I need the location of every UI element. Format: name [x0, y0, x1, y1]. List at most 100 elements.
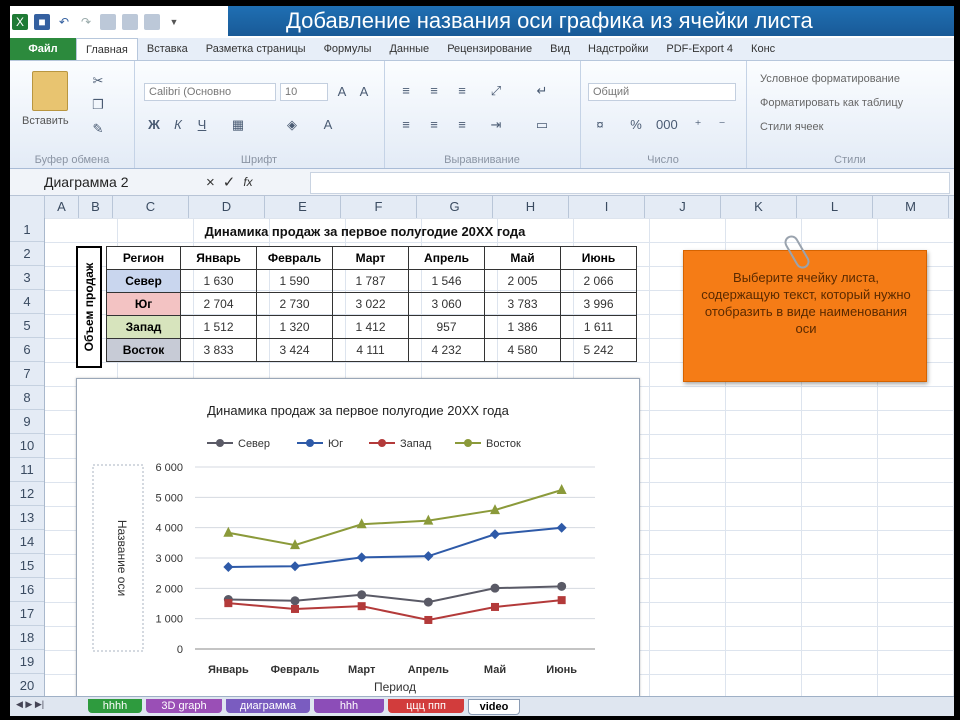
value-cell[interactable]: 1 546: [408, 269, 485, 293]
currency-icon[interactable]: ¤: [592, 117, 608, 133]
line-chart[interactable]: Динамика продаж за первое полугодие 20ХХ…: [76, 378, 640, 700]
value-cell[interactable]: 3 022: [332, 292, 409, 316]
sheet-tab[interactable]: диаграмма: [226, 699, 310, 713]
value-cell[interactable]: 3 833: [180, 338, 257, 362]
select-all-corner[interactable]: [10, 196, 45, 218]
region-cell[interactable]: Юг: [106, 292, 181, 316]
fill-color-icon[interactable]: ◈: [284, 117, 300, 133]
row-header-17[interactable]: 17: [10, 602, 44, 626]
font-color-icon[interactable]: A: [320, 117, 336, 133]
value-cell[interactable]: 957: [408, 315, 485, 339]
row-header-7[interactable]: 7: [10, 362, 44, 386]
value-cell[interactable]: 1 512: [180, 315, 257, 339]
column-header-a[interactable]: A: [45, 196, 79, 218]
value-cell[interactable]: 1 611: [560, 315, 637, 339]
row-header-19[interactable]: 19: [10, 650, 44, 674]
value-cell[interactable]: 4 580: [484, 338, 561, 362]
align-right-icon[interactable]: ≡: [454, 117, 470, 133]
sheet-tab[interactable]: video: [468, 699, 520, 715]
row-header-2[interactable]: 2: [10, 242, 44, 266]
column-header-h[interactable]: H: [493, 196, 569, 218]
tab-home[interactable]: Главная: [76, 38, 138, 60]
sheet-tab[interactable]: ццц ппп: [388, 699, 464, 713]
thousands-icon[interactable]: 000: [656, 117, 678, 133]
sheet-tab[interactable]: hhh: [314, 699, 384, 713]
qat-dropdown-icon[interactable]: ▼: [166, 14, 182, 30]
column-header-c[interactable]: C: [113, 196, 189, 218]
underline-icon[interactable]: Ч: [194, 117, 210, 133]
excel-icon[interactable]: X: [12, 14, 28, 30]
value-cell[interactable]: 2 066: [560, 269, 637, 293]
column-header-d[interactable]: D: [189, 196, 265, 218]
column-header-e[interactable]: E: [265, 196, 341, 218]
format-as-table-button[interactable]: Форматировать как таблицу: [760, 97, 903, 109]
align-top-icon[interactable]: ≡: [398, 83, 414, 99]
row-header-11[interactable]: 11: [10, 458, 44, 482]
merge-icon[interactable]: ▭: [534, 117, 550, 133]
save-icon[interactable]: ■: [34, 14, 50, 30]
value-cell[interactable]: 3 996: [560, 292, 637, 316]
tab-console[interactable]: Конс: [742, 38, 784, 60]
cell-styles-button[interactable]: Стили ячеек: [760, 121, 823, 133]
value-cell[interactable]: 1 630: [180, 269, 257, 293]
redo-icon[interactable]: ↷: [78, 14, 94, 30]
indent-icon[interactable]: ⇥: [488, 117, 504, 133]
sheet-nav-icon[interactable]: ◀ ▶ ▶|: [16, 699, 44, 710]
value-cell[interactable]: 4 232: [408, 338, 485, 362]
tab-file[interactable]: Файл: [10, 38, 76, 60]
shrink-font-icon[interactable]: A: [356, 84, 372, 100]
wrap-text-icon[interactable]: ↵: [534, 83, 550, 99]
name-box[interactable]: Диаграмма 2: [14, 172, 200, 192]
value-cell[interactable]: 1 386: [484, 315, 561, 339]
tab-page-layout[interactable]: Разметка страницы: [197, 38, 315, 60]
value-cell[interactable]: 1 787: [332, 269, 409, 293]
cancel-icon[interactable]: ×: [206, 174, 215, 191]
tab-view[interactable]: Вид: [541, 38, 579, 60]
row-header-9[interactable]: 9: [10, 410, 44, 434]
row-header-12[interactable]: 12: [10, 482, 44, 506]
row-header-15[interactable]: 15: [10, 554, 44, 578]
tab-pdf-export[interactable]: PDF-Export 4: [657, 38, 742, 60]
value-cell[interactable]: 2 005: [484, 269, 561, 293]
tab-formulas[interactable]: Формулы: [315, 38, 381, 60]
row-header-4[interactable]: 4: [10, 290, 44, 314]
format-painter-icon[interactable]: ✎: [90, 121, 106, 137]
header-month[interactable]: Июнь: [560, 246, 637, 270]
tab-insert[interactable]: Вставка: [138, 38, 197, 60]
number-format-select[interactable]: Общий: [588, 83, 736, 101]
bold-icon[interactable]: Ж: [146, 117, 162, 133]
value-cell[interactable]: 2 730: [256, 292, 333, 316]
formula-input[interactable]: [310, 172, 950, 194]
undo-icon[interactable]: ↶: [56, 14, 72, 30]
increase-decimal-icon[interactable]: ⁺: [690, 117, 706, 133]
column-header-k[interactable]: K: [721, 196, 797, 218]
tab-addins[interactable]: Надстройки: [579, 38, 657, 60]
cut-icon[interactable]: ✂: [90, 73, 106, 89]
value-cell[interactable]: 3 783: [484, 292, 561, 316]
value-cell[interactable]: 2 704: [180, 292, 257, 316]
orientation-icon[interactable]: ⤢: [488, 83, 504, 99]
align-bottom-icon[interactable]: ≡: [454, 83, 470, 99]
row-header-16[interactable]: 16: [10, 578, 44, 602]
vertical-label-cell[interactable]: Объем продаж: [76, 246, 102, 368]
column-header-j[interactable]: J: [645, 196, 721, 218]
column-header-l[interactable]: L: [797, 196, 873, 218]
header-region[interactable]: Регион: [106, 246, 181, 270]
column-header-i[interactable]: I: [569, 196, 645, 218]
row-header-20[interactable]: 20: [10, 674, 44, 698]
font-size-select[interactable]: 10: [280, 83, 328, 101]
tab-review[interactable]: Рецензирование: [438, 38, 541, 60]
paste-icon[interactable]: [32, 71, 68, 111]
row-header-3[interactable]: 3: [10, 266, 44, 290]
row-header-13[interactable]: 13: [10, 506, 44, 530]
borders-icon[interactable]: ▦: [230, 117, 246, 133]
header-month[interactable]: Январь: [180, 246, 257, 270]
row-header-1[interactable]: 1: [10, 218, 44, 242]
value-cell[interactable]: 5 242: [560, 338, 637, 362]
row-header-8[interactable]: 8: [10, 386, 44, 410]
percent-icon[interactable]: %: [628, 117, 644, 133]
region-cell[interactable]: Восток: [106, 338, 181, 362]
value-cell[interactable]: 3 060: [408, 292, 485, 316]
italic-icon[interactable]: К: [170, 117, 186, 133]
paste-label[interactable]: Вставить: [22, 115, 69, 127]
